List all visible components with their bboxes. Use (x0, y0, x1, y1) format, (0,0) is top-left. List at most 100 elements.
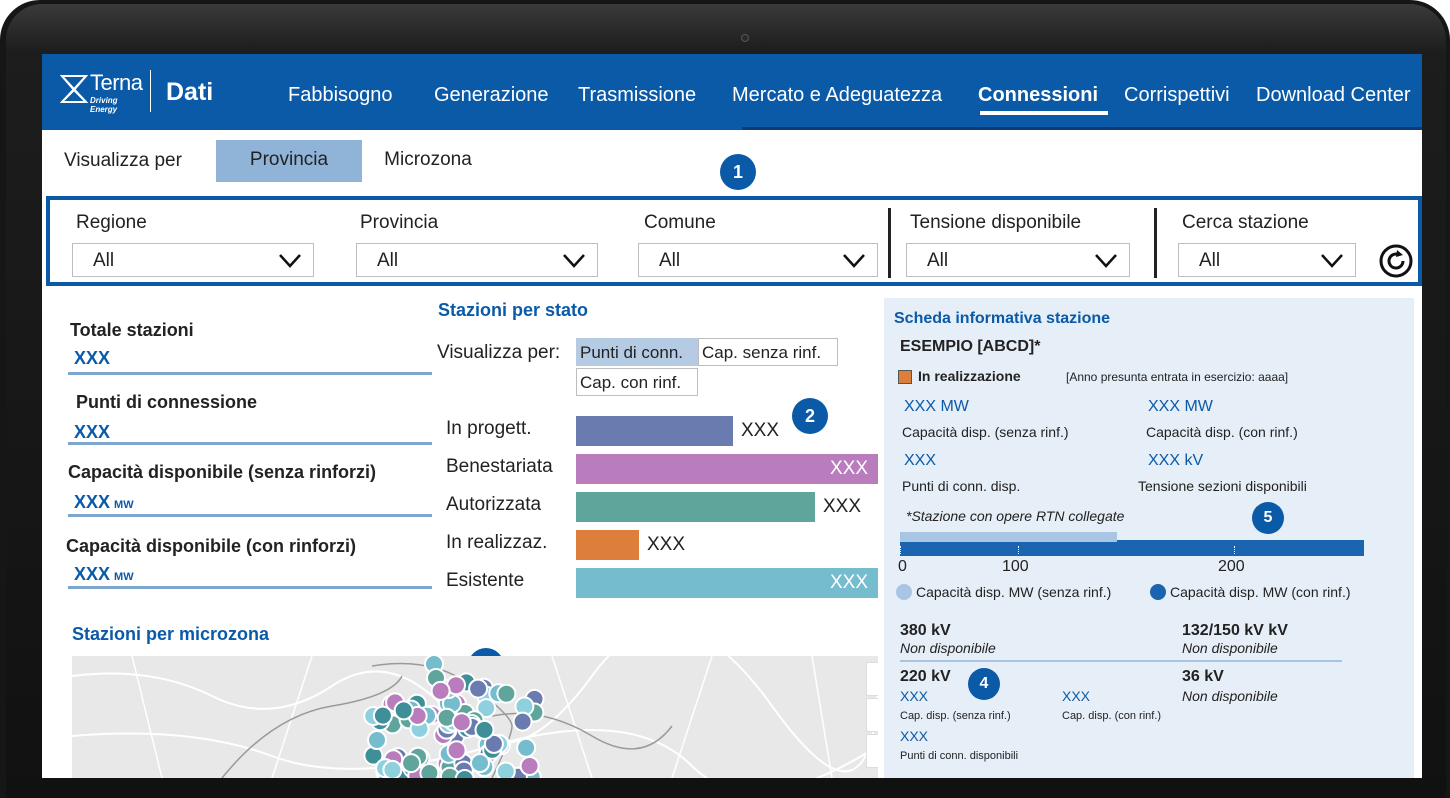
kpi-punti-connessione-value: XXX (74, 422, 111, 442)
kv-220-con-value: XXX (1062, 688, 1091, 704)
station-marker[interactable] (446, 740, 467, 761)
kv-132-150-status: Non disponibile (1182, 640, 1278, 656)
axis-tick (1018, 546, 1019, 554)
kv-380-status: Non disponibile (900, 640, 996, 656)
annotation-badge-2: 2 (792, 398, 828, 434)
nav-fabbisogno[interactable]: Fabbisogno (288, 84, 393, 107)
view-microzona-button[interactable]: Microzona (376, 140, 480, 182)
chevron-down-icon (279, 254, 301, 268)
kpi-capacita-senza-unit: MW (114, 499, 134, 511)
bar-value-1: XXX (830, 458, 869, 479)
station-marker[interactable] (401, 753, 422, 774)
axis-label-0: 0 (898, 558, 907, 575)
station-marker[interactable] (468, 678, 489, 699)
kpi-divider (68, 514, 432, 517)
legend-dot-con (1150, 584, 1166, 600)
metric-tensione-value: XXX kV (1148, 452, 1204, 469)
metric-cap-con-label: Capacità disp. (con rinf.) (1146, 424, 1298, 440)
regione-select[interactable]: All (72, 243, 314, 277)
station-markers[interactable] (72, 656, 878, 778)
metric-cap-con-value: XXX MW (1148, 398, 1213, 415)
bar-3[interactable] (576, 530, 639, 560)
rtn-note: *Stazione con opere RTN collegate (906, 508, 1125, 524)
stato-view-senza-button[interactable]: Cap. senza rinf. (698, 338, 838, 366)
stato-view-punti-button[interactable]: Punti di conn. (576, 338, 698, 366)
station-marker[interactable] (516, 737, 537, 758)
filter-panel: Regione All Provincia All Comune All Ten… (46, 196, 1422, 286)
terna-logo[interactable]: Terna Driving Energy (60, 70, 144, 114)
axis-label-200: 200 (1218, 558, 1245, 575)
provincia-select[interactable]: All (356, 243, 598, 277)
station-marker[interactable] (470, 753, 490, 773)
bar-0[interactable] (576, 416, 733, 446)
stato-view-label: Visualizza per: (437, 342, 561, 363)
station-marker[interactable] (367, 730, 387, 750)
nav-connessioni[interactable]: Connessioni (978, 84, 1098, 107)
kv-divider (900, 660, 1342, 662)
annotation-badge-4: 4 (968, 668, 1000, 700)
nav-download-center[interactable]: Download Center (1256, 84, 1411, 107)
nav-generazione[interactable]: Generazione (434, 84, 549, 107)
webcam (741, 34, 749, 42)
bar-2[interactable] (576, 492, 815, 522)
cerca-stazione-select[interactable]: All (1178, 243, 1356, 277)
kv-380-label: 380 kV (900, 622, 951, 639)
refresh-icon[interactable] (1378, 243, 1414, 279)
kv-36-status: Non disponibile (1182, 688, 1278, 704)
regione-value: All (93, 250, 115, 271)
nav-corrispettivi[interactable]: Corrispettivi (1124, 84, 1230, 107)
nav-trasmissione[interactable]: Trasmissione (578, 84, 696, 107)
kv-132-150-label: 132/150 kV kV (1182, 622, 1288, 639)
station-year-note: [Anno presunta entrata in esercizio: aaa… (1066, 370, 1289, 384)
legend-senza: Capacità disp. MW (senza rinf.) (896, 584, 1111, 600)
reset-view-button[interactable]: ▲ (866, 734, 878, 768)
bar-value-3: XXX (647, 534, 686, 555)
station-marker[interactable] (519, 756, 540, 776)
chevron-down-icon (1321, 254, 1343, 268)
filter-label-tensione: Tensione disponibile (910, 212, 1082, 233)
axis-tick (1234, 546, 1235, 554)
annotation-badge-5: 5 (1252, 502, 1284, 534)
legend-con: Capacità disp. MW (con rinf.) (1150, 584, 1351, 600)
bar-label-0: In progett. (446, 418, 532, 439)
bar-value-2: XXX (823, 496, 862, 517)
microzona-map[interactable]: + − ▲ (72, 656, 878, 778)
stato-view-con-button[interactable]: Cap. con rinf. (576, 368, 698, 396)
legend-con-label: Capacità disp. MW (con rinf.) (1170, 584, 1351, 600)
station-marker[interactable] (495, 761, 516, 779)
nav-mercato-adeguatezza[interactable]: Mercato e Adeguatezza (732, 84, 942, 107)
chevron-down-icon (1095, 254, 1117, 268)
legend-senza-label: Capacità disp. MW (senza rinf.) (916, 584, 1112, 600)
zoom-out-button[interactable]: − (866, 698, 878, 732)
provincia-value: All (377, 250, 399, 271)
view-by-label: Visualizza per (64, 150, 182, 171)
tensione-value: All (927, 250, 949, 271)
station-marker[interactable] (451, 712, 472, 733)
station-marker[interactable] (419, 763, 440, 778)
station-marker[interactable] (496, 683, 517, 704)
station-marker[interactable] (372, 705, 393, 726)
filter-label-regione: Regione (76, 212, 147, 233)
filter-label-cerca-stazione: Cerca stazione (1182, 212, 1309, 233)
station-marker[interactable] (474, 719, 495, 740)
comune-value: All (659, 250, 681, 271)
kpi-divider (68, 586, 432, 589)
zoom-in-button[interactable]: + (866, 662, 878, 696)
filter-separator (888, 208, 891, 278)
kpi-totale-stazioni-title: Totale stazioni (70, 320, 194, 340)
station-marker[interactable] (430, 680, 451, 701)
filter-separator (1154, 208, 1157, 278)
legend-dot-senza (896, 584, 912, 600)
app-title: Dati (166, 78, 214, 106)
header-accent-line (742, 127, 1422, 130)
view-provincia-button[interactable]: Provincia (216, 140, 362, 182)
comune-select[interactable]: All (638, 243, 878, 277)
filter-label-comune: Comune (644, 212, 716, 233)
station-marker[interactable] (512, 711, 533, 732)
kpi-capacita-senza-value: XXX MW (74, 492, 134, 513)
active-nav-indicator (980, 111, 1108, 115)
tensione-select[interactable]: All (906, 243, 1130, 277)
station-marker[interactable] (393, 700, 414, 721)
station-marker[interactable] (382, 759, 403, 778)
kv-36-label: 36 kV (1182, 668, 1224, 685)
